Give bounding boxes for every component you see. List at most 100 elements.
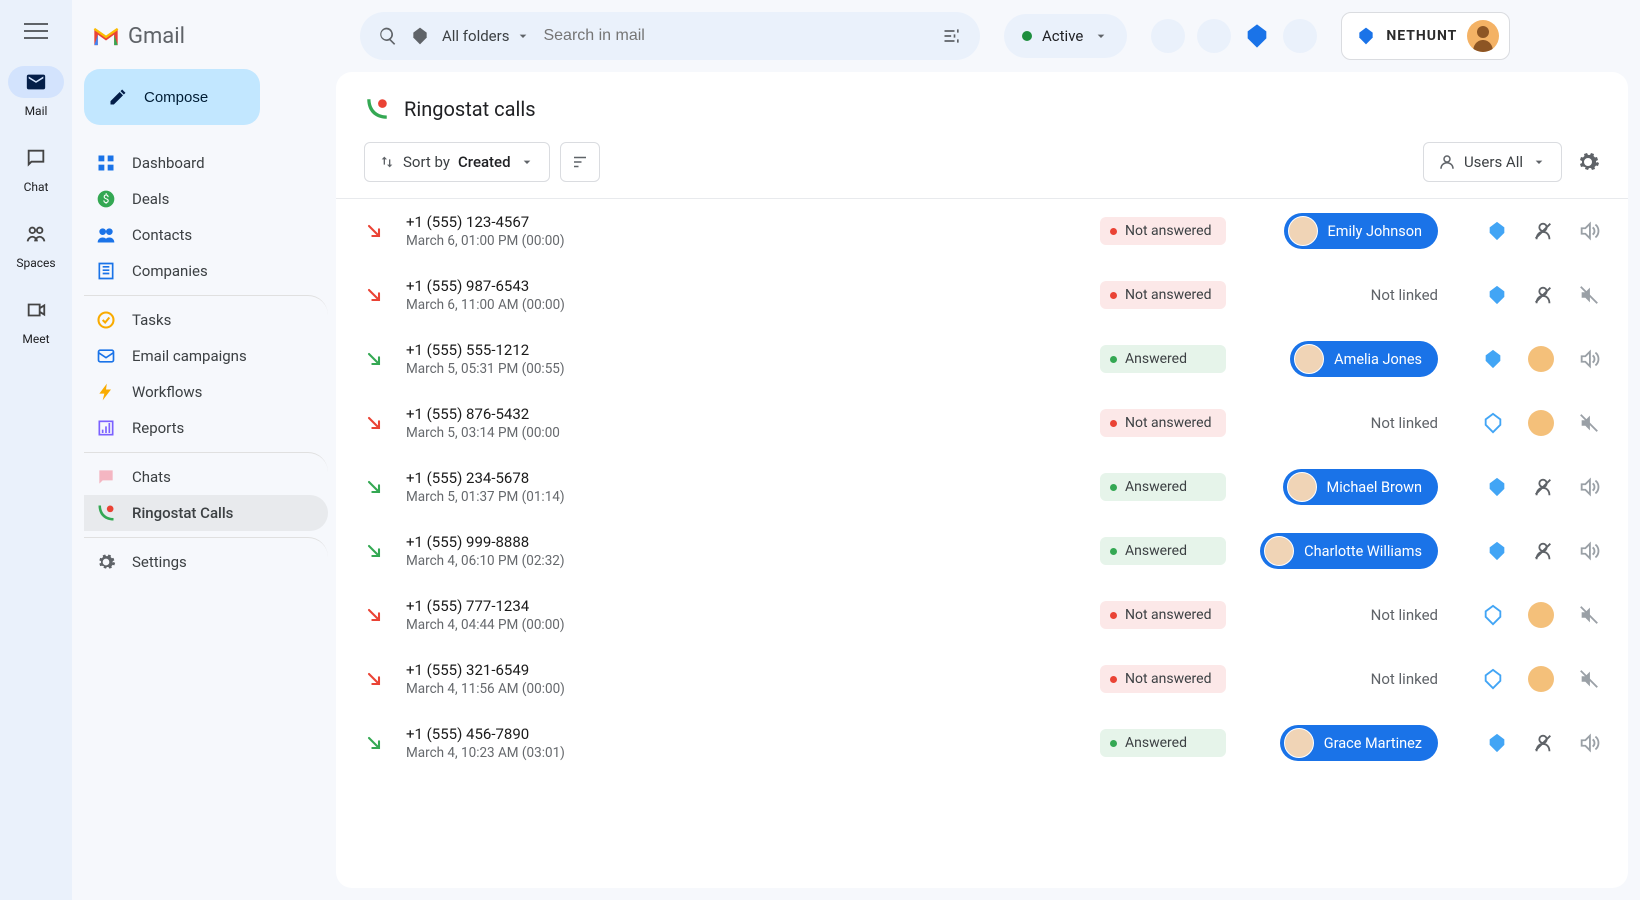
call-direction-icon — [364, 285, 384, 305]
search-bar[interactable]: All folders — [360, 12, 980, 60]
user-avatar[interactable] — [1467, 20, 1499, 52]
unlink-person-icon[interactable] — [1532, 540, 1554, 562]
status-badge: Not answered — [1100, 217, 1226, 245]
nethunt-outline-icon[interactable] — [1482, 412, 1504, 434]
compose-button[interactable]: Compose — [84, 69, 260, 125]
menu-icon[interactable] — [24, 18, 48, 42]
status-text: Answered — [1125, 543, 1187, 559]
mute-icon[interactable] — [1578, 284, 1600, 306]
sidebar-item-deals[interactable]: $Deals — [84, 181, 328, 217]
assignee-avatar[interactable] — [1528, 346, 1554, 372]
user-avatar-small — [1288, 216, 1318, 246]
sidebar-item-workflows[interactable]: Workflows — [84, 374, 328, 410]
linked-user-pill[interactable]: Charlotte Williams — [1260, 533, 1438, 569]
nethunt-icon[interactable] — [1486, 284, 1508, 306]
header-circle[interactable] — [1151, 19, 1185, 53]
status-pill[interactable]: Active — [1004, 14, 1127, 58]
sidebar-label: Settings — [132, 553, 187, 571]
users-filter[interactable]: Users All — [1423, 142, 1562, 182]
sidebar-item-dashboard[interactable]: Dashboard — [84, 145, 328, 181]
nethunt-icon[interactable] — [1486, 220, 1508, 242]
volume-icon[interactable] — [1578, 220, 1600, 242]
header-circle[interactable] — [1283, 19, 1317, 53]
nethunt-label: NETHUNT — [1386, 28, 1457, 44]
call-direction-icon — [364, 541, 384, 561]
assignee-avatar[interactable] — [1528, 602, 1554, 628]
volume-icon[interactable] — [1578, 476, 1600, 498]
folders-dropdown[interactable]: All folders — [442, 27, 531, 45]
call-row[interactable]: +1 (555) 876-5432March 5, 03:14 PM (00:0… — [336, 391, 1628, 455]
unlink-person-icon[interactable] — [1532, 476, 1554, 498]
gear-icon[interactable] — [1576, 150, 1600, 174]
sidebar-label: Deals — [132, 190, 169, 208]
nethunt-outline-icon[interactable] — [1482, 604, 1504, 626]
unlink-person-icon[interactable] — [1532, 284, 1554, 306]
link-column: Michael Brown — [1248, 469, 1438, 505]
mute-icon[interactable] — [1578, 668, 1600, 690]
search-icon — [378, 26, 398, 46]
assignee-avatar[interactable] — [1528, 410, 1554, 436]
linked-user-pill[interactable]: Michael Brown — [1283, 469, 1438, 505]
gmail-logo-icon — [92, 26, 120, 48]
call-row[interactable]: +1 (555) 555-1212March 5, 05:31 PM (00:5… — [336, 327, 1628, 391]
call-row[interactable]: +1 (555) 999-8888March 4, 06:10 PM (02:3… — [336, 519, 1628, 583]
sidebar-item-contacts[interactable]: Contacts — [84, 217, 328, 253]
user-icon — [1438, 153, 1456, 171]
call-direction-icon — [364, 413, 384, 433]
sidebar-label: Ringostat Calls — [132, 504, 233, 522]
rail-meet[interactable]: Meet — [8, 294, 64, 346]
mute-icon[interactable] — [1578, 412, 1600, 434]
sidebar-item-reports[interactable]: Reports — [84, 410, 328, 446]
call-number: +1 (555) 987-6543 — [406, 277, 1078, 295]
unlink-person-icon[interactable] — [1532, 732, 1554, 754]
sidebar-item-chats[interactable]: Chats — [84, 452, 328, 495]
linked-user-pill[interactable]: Grace Martinez — [1280, 725, 1438, 761]
sort-dropdown[interactable]: Sort by Created — [364, 142, 550, 182]
call-direction-icon — [364, 221, 384, 241]
nethunt-icon[interactable] — [1486, 476, 1508, 498]
nethunt-outline-icon[interactable] — [1482, 668, 1504, 690]
volume-icon[interactable] — [1578, 540, 1600, 562]
mute-icon[interactable] — [1578, 604, 1600, 626]
rail-mail[interactable]: Mail — [8, 66, 64, 118]
sidebar-item-ringostat-calls[interactable]: Ringostat Calls — [84, 495, 328, 531]
call-row[interactable]: +1 (555) 987-6543March 6, 11:00 AM (00:0… — [336, 263, 1628, 327]
not-linked-label: Not linked — [1371, 414, 1438, 432]
call-row[interactable]: +1 (555) 321-6549March 4, 11:56 AM (00:0… — [336, 647, 1628, 711]
rail-spaces[interactable]: Spaces — [8, 218, 64, 270]
call-row[interactable]: +1 (555) 234-5678March 5, 01:37 PM (01:1… — [336, 455, 1628, 519]
sidebar-item-tasks[interactable]: Tasks — [84, 295, 328, 338]
volume-icon[interactable] — [1578, 732, 1600, 754]
sidebar-icon — [96, 261, 116, 281]
call-row[interactable]: +1 (555) 123-4567March 6, 01:00 PM (00:0… — [336, 199, 1628, 263]
nethunt-brand-box[interactable]: NETHUNT — [1341, 12, 1510, 60]
unlink-person-icon[interactable] — [1532, 220, 1554, 242]
sidebar-icon — [96, 346, 116, 366]
tune-icon[interactable] — [942, 26, 962, 46]
volume-icon[interactable] — [1578, 348, 1600, 370]
header-circle[interactable] — [1197, 19, 1231, 53]
sidebar-item-settings[interactable]: Settings — [84, 537, 328, 580]
status-badge: Answered — [1100, 345, 1226, 373]
sidebar-item-email-campaigns[interactable]: Email campaigns — [84, 338, 328, 374]
call-row[interactable]: +1 (555) 777-1234March 4, 04:44 PM (00:0… — [336, 583, 1628, 647]
linked-user-name: Emily Johnson — [1328, 223, 1423, 240]
call-row[interactable]: +1 (555) 456-7890March 4, 10:23 AM (03:0… — [336, 711, 1628, 775]
gmail-brand: Gmail — [84, 12, 328, 69]
sidebar-item-companies[interactable]: Companies — [84, 253, 328, 289]
linked-user-pill[interactable]: Emily Johnson — [1284, 213, 1439, 249]
assignee-avatar[interactable] — [1528, 666, 1554, 692]
status-badge: Answered — [1100, 729, 1226, 757]
linked-user-pill[interactable]: Amelia Jones — [1290, 341, 1438, 377]
rail-chat[interactable]: Chat — [8, 142, 64, 194]
status-badge: Not answered — [1100, 601, 1226, 629]
nethunt-icon[interactable] — [1482, 348, 1504, 370]
user-avatar-small — [1294, 344, 1324, 374]
nethunt-icon[interactable] — [1486, 540, 1508, 562]
status-text: Not answered — [1125, 607, 1211, 623]
nethunt-icon[interactable] — [1486, 732, 1508, 754]
sort-direction-button[interactable] — [560, 142, 600, 182]
nethunt-icon[interactable] — [1243, 22, 1271, 50]
call-number: +1 (555) 321-6549 — [406, 661, 1078, 679]
search-input[interactable] — [543, 27, 930, 45]
